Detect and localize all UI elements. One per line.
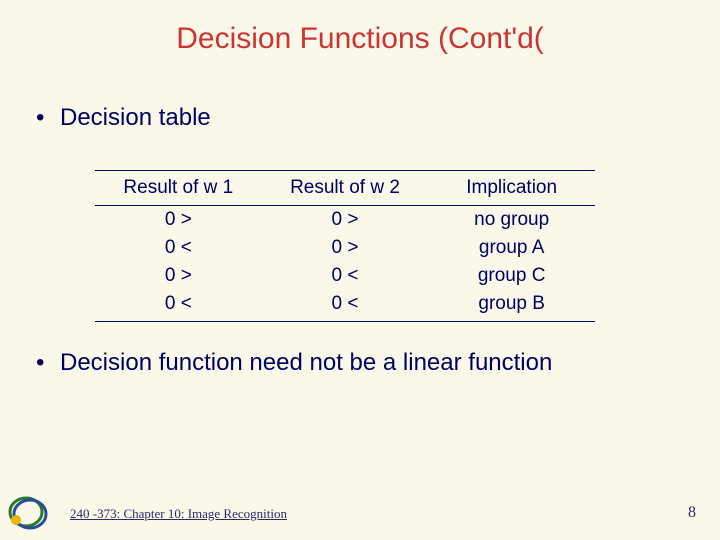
table-row: 0 > 0 < group C	[95, 262, 595, 290]
bullet-item: Decision function need not be a linear f…	[36, 348, 684, 378]
slide: Decision Functions (Cont'd( Decision tab…	[0, 0, 720, 540]
bullet-item: Decision table	[36, 103, 684, 133]
decision-table: Result of w 1 Result of w 2 Implication …	[95, 170, 595, 322]
table-cell: group A	[428, 234, 595, 262]
table-cell: no group	[428, 206, 595, 235]
table-cell: 0 >	[262, 206, 429, 235]
table-row: 0 < 0 > group A	[95, 234, 595, 262]
table-header-row: Result of w 1 Result of w 2 Implication	[95, 171, 595, 206]
page-number: 8	[688, 504, 696, 522]
table-cell: group B	[428, 290, 595, 322]
footer-text: 240 -373: Chapter 10: Image Recognition	[70, 506, 287, 522]
logo-icon	[8, 494, 50, 530]
table-cell: 0 <	[95, 290, 262, 322]
table-row: 0 < 0 < group B	[95, 290, 595, 322]
table-cell: 0 <	[262, 290, 429, 322]
table-cell: 0 <	[262, 262, 429, 290]
slide-title: Decision Functions (Cont'd(	[0, 22, 720, 56]
col-header: Implication	[428, 171, 595, 206]
col-header: Result of w 1	[95, 171, 262, 206]
table-cell: 0 >	[262, 234, 429, 262]
table-cell: group C	[428, 262, 595, 290]
table-cell: 0 >	[95, 262, 262, 290]
table-cell: 0 >	[95, 206, 262, 235]
table-cell: 0 <	[95, 234, 262, 262]
table-row: 0 > 0 > no group	[95, 206, 595, 235]
col-header: Result of w 2	[262, 171, 429, 206]
